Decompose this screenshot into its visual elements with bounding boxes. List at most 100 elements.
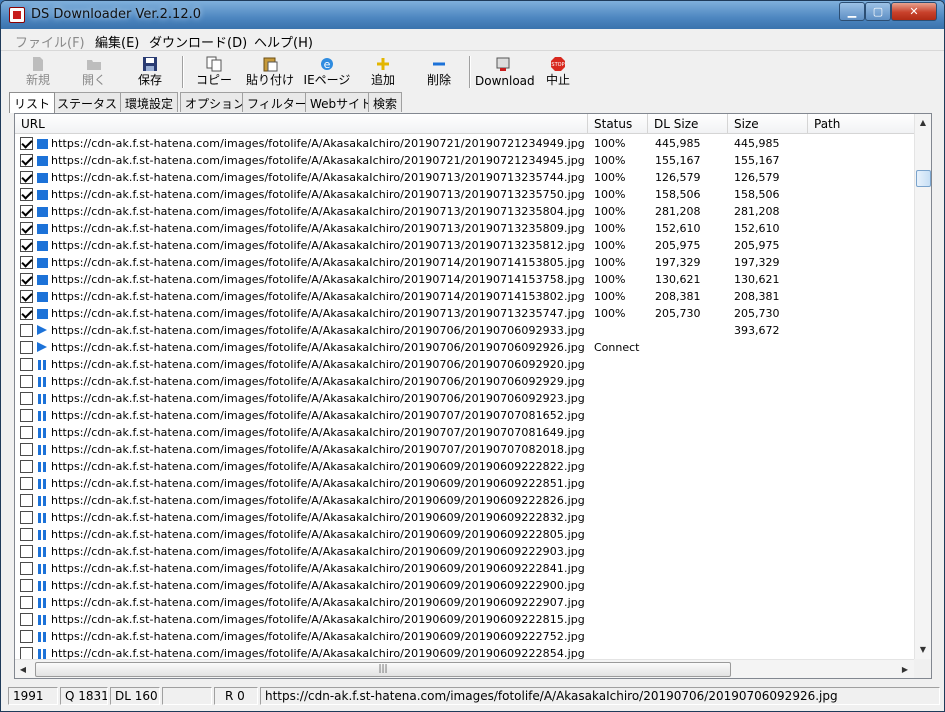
- row-checkbox[interactable]: [20, 426, 33, 439]
- list-item[interactable]: https://cdn-ak.f.st-hatena.com/images/fo…: [15, 186, 915, 203]
- list-item[interactable]: https://cdn-ak.f.st-hatena.com/images/fo…: [15, 424, 915, 441]
- row-checkbox[interactable]: [20, 307, 33, 320]
- row-checkbox[interactable]: [20, 154, 33, 167]
- row-checkbox[interactable]: [20, 324, 33, 337]
- paste-button[interactable]: 貼り付け: [245, 54, 295, 90]
- download-button[interactable]: Download: [475, 54, 535, 90]
- horizontal-scroll-thumb[interactable]: |||: [35, 662, 731, 677]
- list-item[interactable]: https://cdn-ak.f.st-hatena.com/images/fo…: [15, 458, 915, 475]
- list-item[interactable]: https://cdn-ak.f.st-hatena.com/images/fo…: [15, 407, 915, 424]
- list-item[interactable]: https://cdn-ak.f.st-hatena.com/images/fo…: [15, 356, 915, 373]
- row-checkbox[interactable]: [20, 222, 33, 235]
- column-header-path[interactable]: Path: [808, 114, 915, 134]
- list-item[interactable]: https://cdn-ak.f.st-hatena.com/images/fo…: [15, 305, 915, 322]
- column-header-status[interactable]: Status: [588, 114, 648, 134]
- row-checkbox[interactable]: [20, 528, 33, 541]
- list-item[interactable]: https://cdn-ak.f.st-hatena.com/images/fo…: [15, 220, 915, 237]
- list-item[interactable]: https://cdn-ak.f.st-hatena.com/images/fo…: [15, 373, 915, 390]
- tab-status[interactable]: ステータス: [52, 92, 123, 112]
- list-item[interactable]: https://cdn-ak.f.st-hatena.com/images/fo…: [15, 628, 915, 645]
- list-item[interactable]: https://cdn-ak.f.st-hatena.com/images/fo…: [15, 543, 915, 560]
- delete-button[interactable]: 削除: [419, 54, 459, 90]
- row-checkbox[interactable]: [20, 256, 33, 269]
- menu-edit[interactable]: 編集(E): [95, 32, 139, 51]
- row-checkbox[interactable]: [20, 188, 33, 201]
- close-button[interactable]: ✕: [891, 2, 937, 21]
- list-item[interactable]: https://cdn-ak.f.st-hatena.com/images/fo…: [15, 441, 915, 458]
- menu-help[interactable]: ヘルプ(H): [254, 32, 313, 51]
- scroll-left-arrow-icon[interactable]: ◀: [15, 661, 31, 678]
- row-checkbox[interactable]: [20, 630, 33, 643]
- row-checkbox[interactable]: [20, 647, 33, 659]
- new-button[interactable]: 新規: [19, 54, 57, 90]
- list-item[interactable]: https://cdn-ak.f.st-hatena.com/images/fo…: [15, 611, 915, 628]
- row-checkbox[interactable]: [20, 358, 33, 371]
- row-checkbox[interactable]: [20, 409, 33, 422]
- list-item[interactable]: https://cdn-ak.f.st-hatena.com/images/fo…: [15, 492, 915, 509]
- list-item[interactable]: https://cdn-ak.f.st-hatena.com/images/fo…: [15, 135, 915, 152]
- row-checkbox[interactable]: [20, 460, 33, 473]
- stop-button[interactable]: STOP 中止: [539, 54, 577, 90]
- row-checkbox[interactable]: [20, 511, 33, 524]
- list-item[interactable]: https://cdn-ak.f.st-hatena.com/images/fo…: [15, 577, 915, 594]
- list-item[interactable]: https://cdn-ak.f.st-hatena.com/images/fo…: [15, 152, 915, 169]
- tab-filter[interactable]: フィルター: [242, 92, 312, 112]
- row-checkbox[interactable]: [20, 290, 33, 303]
- list-item[interactable]: https://cdn-ak.f.st-hatena.com/images/fo…: [15, 475, 915, 492]
- row-checkbox[interactable]: [20, 341, 33, 354]
- list-item[interactable]: https://cdn-ak.f.st-hatena.com/images/fo…: [15, 203, 915, 220]
- row-checkbox[interactable]: [20, 273, 33, 286]
- list-item[interactable]: https://cdn-ak.f.st-hatena.com/images/fo…: [15, 645, 915, 659]
- menu-download[interactable]: ダウンロード(D): [149, 32, 247, 51]
- menu-file[interactable]: ファイル(F): [15, 32, 85, 51]
- row-checkbox[interactable]: [20, 613, 33, 626]
- maximize-button[interactable]: ▢: [865, 2, 891, 21]
- row-checkbox[interactable]: [20, 579, 33, 592]
- list-item[interactable]: https://cdn-ak.f.st-hatena.com/images/fo…: [15, 526, 915, 543]
- scroll-down-arrow-icon[interactable]: ▼: [915, 641, 931, 658]
- download-list[interactable]: URL Status DL Size Size Path https://cdn…: [14, 113, 932, 679]
- iepage-button[interactable]: e IEページ: [301, 54, 353, 90]
- scroll-right-arrow-icon[interactable]: ▶: [897, 661, 913, 678]
- app-icon[interactable]: [9, 7, 25, 23]
- row-checkbox[interactable]: [20, 443, 33, 456]
- list-item[interactable]: https://cdn-ak.f.st-hatena.com/images/fo…: [15, 288, 915, 305]
- save-button[interactable]: 保存: [131, 54, 169, 90]
- row-checkbox[interactable]: [20, 375, 33, 388]
- row-checkbox[interactable]: [20, 205, 33, 218]
- vertical-scrollbar[interactable]: ▲ ▼: [914, 114, 931, 660]
- list-item[interactable]: https://cdn-ak.f.st-hatena.com/images/fo…: [15, 169, 915, 186]
- row-checkbox[interactable]: [20, 494, 33, 507]
- list-item[interactable]: https://cdn-ak.f.st-hatena.com/images/fo…: [15, 339, 915, 356]
- row-checkbox[interactable]: [20, 171, 33, 184]
- scroll-up-arrow-icon[interactable]: ▲: [915, 114, 931, 131]
- row-checkbox[interactable]: [20, 137, 33, 150]
- horizontal-scrollbar[interactable]: ◀ ||| ▶: [15, 659, 915, 678]
- column-header-url[interactable]: URL: [15, 114, 588, 134]
- row-checkbox[interactable]: [20, 392, 33, 405]
- list-item[interactable]: https://cdn-ak.f.st-hatena.com/images/fo…: [15, 560, 915, 577]
- list-item[interactable]: https://cdn-ak.f.st-hatena.com/images/fo…: [15, 594, 915, 611]
- tab-website[interactable]: Webサイト: [305, 92, 378, 112]
- row-checkbox[interactable]: [20, 596, 33, 609]
- list-item[interactable]: https://cdn-ak.f.st-hatena.com/images/fo…: [15, 322, 915, 339]
- tab-options[interactable]: オプション: [180, 92, 251, 112]
- list-item[interactable]: https://cdn-ak.f.st-hatena.com/images/fo…: [15, 254, 915, 271]
- column-header-size[interactable]: Size: [728, 114, 808, 134]
- tab-search[interactable]: 検索: [368, 92, 403, 112]
- vertical-scroll-thumb[interactable]: [916, 170, 931, 187]
- column-header-dl-size[interactable]: DL Size: [648, 114, 728, 134]
- row-checkbox[interactable]: [20, 545, 33, 558]
- list-item[interactable]: https://cdn-ak.f.st-hatena.com/images/fo…: [15, 509, 915, 526]
- title-bar[interactable]: DS Downloader Ver.2.12.0 ▁ ▢ ✕: [1, 1, 944, 29]
- tab-settings[interactable]: 環境設定: [120, 92, 179, 112]
- tab-list[interactable]: リスト: [9, 92, 56, 113]
- open-button[interactable]: 開く: [75, 54, 113, 90]
- add-button[interactable]: 追加: [363, 54, 403, 90]
- list-item[interactable]: https://cdn-ak.f.st-hatena.com/images/fo…: [15, 271, 915, 288]
- list-item[interactable]: https://cdn-ak.f.st-hatena.com/images/fo…: [15, 390, 915, 407]
- row-checkbox[interactable]: [20, 477, 33, 490]
- copy-button[interactable]: コピー: [193, 54, 235, 90]
- minimize-button[interactable]: ▁: [839, 2, 865, 21]
- list-item[interactable]: https://cdn-ak.f.st-hatena.com/images/fo…: [15, 237, 915, 254]
